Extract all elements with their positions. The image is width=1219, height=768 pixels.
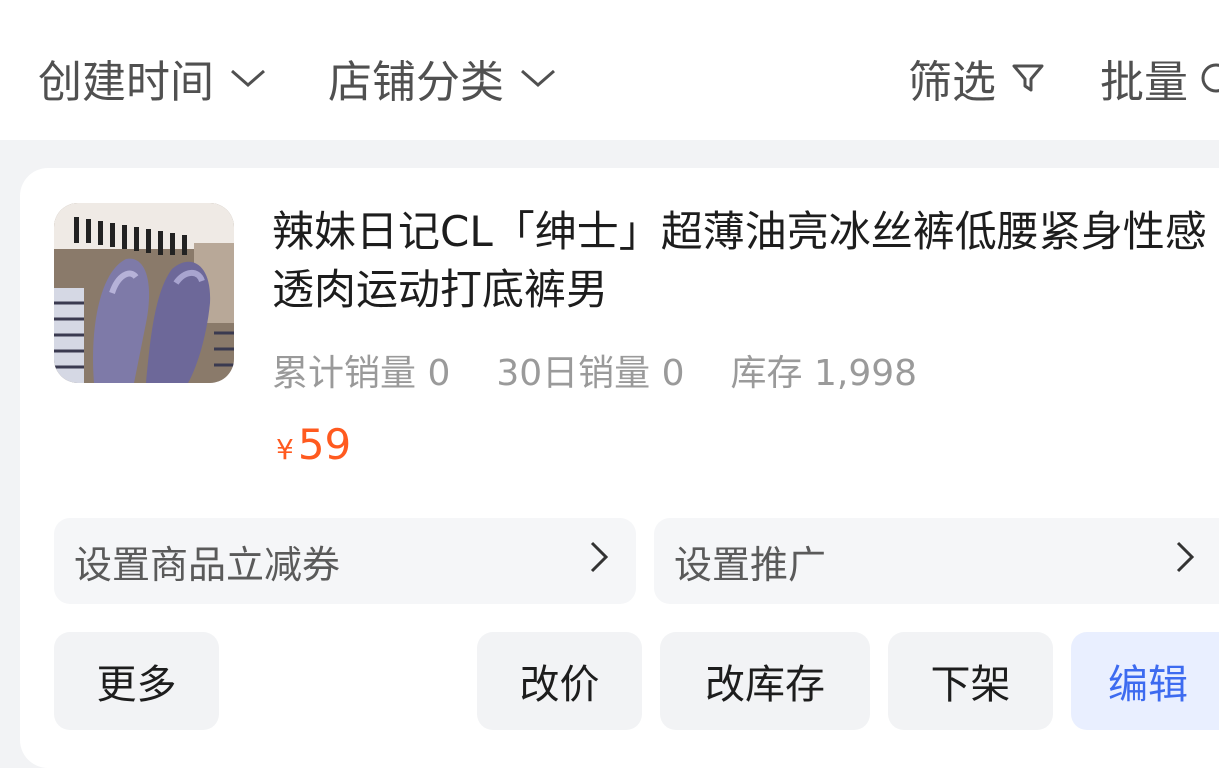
product-image bbox=[54, 203, 234, 383]
sales-30d-value: 0 bbox=[661, 353, 685, 394]
currency-symbol: ¥ bbox=[276, 433, 294, 466]
set-coupon-label: 设置商品立减券 bbox=[74, 542, 341, 587]
funnel-icon bbox=[1010, 60, 1046, 96]
set-promotion-label: 设置推广 bbox=[674, 542, 827, 587]
shop-category-label: 店铺分类 bbox=[328, 57, 504, 108]
more-button[interactable]: 更多 bbox=[54, 632, 219, 730]
delist-button[interactable]: 下架 bbox=[888, 632, 1053, 730]
chevron-down-icon bbox=[518, 63, 558, 93]
total-sales-value: 0 bbox=[427, 353, 451, 394]
change-stock-button[interactable]: 改库存 bbox=[660, 632, 870, 730]
chevron-down-icon bbox=[228, 63, 268, 93]
created-time-label: 创建时间 bbox=[38, 57, 214, 108]
filter-bar: 创建时间 店铺分类 筛选 批量 bbox=[0, 0, 1219, 140]
set-promotion-row[interactable]: 设置推广 bbox=[654, 518, 1219, 604]
product-title[interactable]: 辣妹日记CL「绅士」超薄油亮冰丝裤低腰紧身性感透肉运动打底裤男 bbox=[272, 203, 1212, 319]
product-price: ¥ 59 bbox=[276, 420, 351, 469]
filter-label: 筛选 bbox=[908, 57, 996, 108]
stock-label: 库存 bbox=[730, 353, 803, 394]
shop-category-dropdown[interactable]: 店铺分类 bbox=[328, 46, 558, 110]
sales-30d-label: 30日销量 bbox=[496, 353, 651, 394]
edit-button[interactable]: 编辑 bbox=[1071, 632, 1219, 730]
chevron-right-icon bbox=[1174, 539, 1219, 584]
total-sales: 累计销量 0 bbox=[272, 344, 450, 396]
product-thumbnail[interactable] bbox=[54, 203, 234, 383]
filter-button[interactable]: 筛选 bbox=[908, 46, 1046, 110]
product-stats: 累计销量 0 30日销量 0 库存 1,998 bbox=[272, 344, 963, 396]
change-price-button[interactable]: 改价 bbox=[477, 632, 642, 730]
batch-button[interactable]: 批量 bbox=[1100, 46, 1219, 110]
chevron-right-icon bbox=[588, 539, 636, 584]
stock-value: 1,998 bbox=[814, 353, 918, 394]
stock: 库存 1,998 bbox=[731, 344, 918, 396]
set-coupon-row[interactable]: 设置商品立减券 bbox=[54, 518, 636, 604]
batch-label: 批量 bbox=[1100, 57, 1188, 108]
price-value: 59 bbox=[297, 420, 352, 469]
total-sales-label: 累计销量 bbox=[272, 353, 417, 394]
batch-icon bbox=[1194, 60, 1219, 96]
sales-30d: 30日销量 0 bbox=[496, 344, 684, 396]
created-time-dropdown[interactable]: 创建时间 bbox=[38, 46, 268, 110]
